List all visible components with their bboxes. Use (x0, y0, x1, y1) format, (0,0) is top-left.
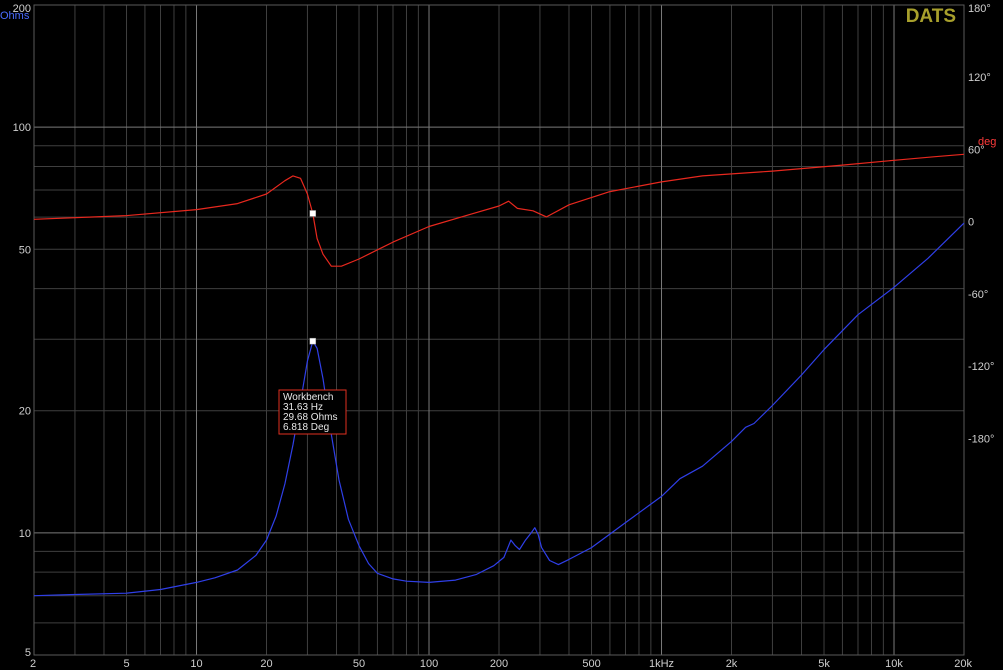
right-tick-label: -60° (968, 289, 988, 301)
x-tick-label: 5k (818, 658, 830, 670)
left-tick-label: 10 (19, 528, 31, 540)
right-tick-label: -120° (968, 361, 994, 373)
right-axis-ticks: 180°120°60°0-60°-120°-180° (968, 3, 994, 445)
x-tick-label: 50 (353, 658, 365, 670)
x-tick-label: 10k (885, 658, 903, 670)
x-tick-label: 5 (123, 658, 129, 670)
left-tick-label: 100 (13, 122, 31, 134)
x-axis-ticks: 2 5 10 20 50 100 200 500 1kHz 2k 5k 10k 20k (30, 658, 972, 670)
x-tick-label: 200 (490, 658, 508, 670)
brand-logo: DATS (906, 6, 956, 27)
x-tick-label: 1kHz (649, 658, 674, 670)
right-unit-label: deg (978, 136, 996, 148)
left-tick-label: 20 (19, 406, 31, 418)
x-tick-label: 100 (420, 658, 438, 670)
right-tick-label: 120° (968, 72, 991, 84)
marker-tooltip-line: 6.818 Deg (283, 422, 329, 433)
left-tick-label: 5 (25, 647, 31, 659)
minor-gridlines (33, 4, 965, 656)
right-tick-label: 180° (968, 3, 991, 15)
right-tick-label: 0 (968, 217, 974, 229)
left-unit-label: Ohms (0, 10, 30, 22)
impedance-marker (309, 337, 317, 345)
right-tick-label: -180° (968, 433, 994, 445)
phase-marker (309, 210, 317, 217)
left-axis-ticks: 2001005020105 (13, 3, 31, 659)
x-tick-label: 10 (190, 658, 202, 670)
x-tick-label: 20 (260, 658, 272, 670)
x-tick-label: 2 (30, 658, 36, 670)
x-tick-label: 500 (582, 658, 600, 670)
left-tick-label: 50 (19, 244, 31, 256)
x-tick-label: 20k (954, 658, 972, 670)
impedance-phase-chart: 2 5 10 20 50 100 200 500 1kHz 2k 5k 10k 20k 20010050… (0, 3, 996, 670)
x-tick-label: 2k (726, 658, 738, 670)
